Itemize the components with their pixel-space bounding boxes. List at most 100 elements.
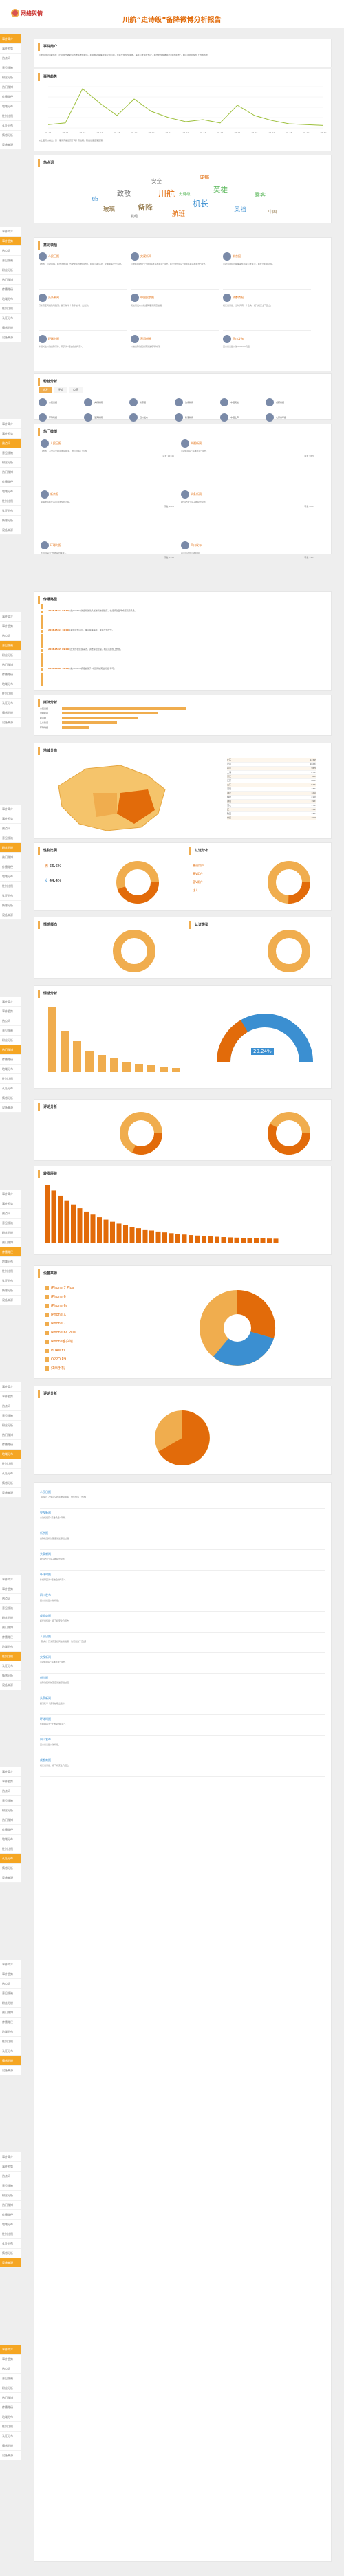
list-author[interactable]: 头条新闻 xyxy=(40,1696,325,1701)
list-author[interactable]: 成都商报 xyxy=(40,1614,325,1618)
sidebar-item[interactable]: 设备来源 xyxy=(0,2451,21,2460)
list-item[interactable]: 成都商报 机长刘传健：把飞机安全飞回去。 xyxy=(40,1756,325,1777)
sidebar-item[interactable]: 粉丝分析 xyxy=(0,1036,21,1045)
sidebar-item[interactable]: 事件简介 xyxy=(0,2345,21,2355)
sidebar-item[interactable]: 事件简介 xyxy=(0,805,21,814)
leader-name[interactable]: 头条新闻 xyxy=(48,296,59,300)
sidebar-item[interactable]: 热点词 xyxy=(0,631,21,641)
sidebar-item[interactable]: 地域分布 xyxy=(0,2027,21,2037)
sidebar-item[interactable]: 情感分析 xyxy=(0,708,21,718)
sidebar-item[interactable]: 传播路径 xyxy=(0,477,21,487)
sidebar-item[interactable]: 事件趋势 xyxy=(0,1777,21,1787)
sidebar-item[interactable]: 认证分布 xyxy=(0,1661,21,1671)
sidebar-item[interactable]: 认证分布 xyxy=(0,1084,21,1093)
sidebar-item[interactable]: 意见领袖 xyxy=(0,2374,21,2383)
sidebar-item[interactable]: 事件趋势 xyxy=(0,429,21,439)
sidebar-item[interactable]: 意见领袖 xyxy=(0,1026,21,1036)
sidebar-item[interactable]: 传播路径 xyxy=(0,1825,21,1835)
fan-item[interactable]: 新京报 xyxy=(129,395,173,409)
sidebar-item[interactable]: 粉丝分析 xyxy=(0,458,21,468)
sidebar-item[interactable]: 意见领袖 xyxy=(0,1604,21,1613)
sidebar-item[interactable]: 传播路径 xyxy=(0,2403,21,2412)
sidebar-item[interactable]: 传播路径 xyxy=(0,1440,21,1450)
sidebar-item[interactable]: 意见领袖 xyxy=(0,641,21,651)
sidebar-item[interactable]: 认证分布 xyxy=(0,1469,21,1478)
hot-author[interactable]: 人民日报 xyxy=(50,441,61,446)
hot-weibo[interactable]: 环球时报 外媒称其为“奇迹般的降落”。 转发 5432 xyxy=(39,539,176,587)
list-item[interactable]: 四川发布 四川省表彰川航机组。 xyxy=(40,1736,325,1756)
leader-card[interactable]: 央视新闻 川航机组被授予“中国民航英雄机组”称号，机长刘传健获“中国民航英雄机长”… xyxy=(131,252,219,290)
sidebar-item[interactable]: 事件简介 xyxy=(0,419,21,429)
leader-card[interactable]: 四川发布 四川省表彰川航3U8633机组。 xyxy=(223,335,311,372)
list-item[interactable]: 成都商报 机长刘传健：把飞机安全飞回去。 xyxy=(40,1612,325,1633)
sidebar-item[interactable]: 热点词 xyxy=(0,2172,21,2181)
sidebar-item[interactable]: 热门微博 xyxy=(0,1045,21,1055)
leader-card[interactable]: 成都商报 机长刘传健：当时只有一个念头，把飞机安全飞回去。 xyxy=(223,294,311,331)
sidebar-item[interactable]: 情感分析 xyxy=(0,131,21,140)
sidebar-item[interactable]: 情感分析 xyxy=(0,1286,21,1296)
sidebar-item[interactable]: 热点词 xyxy=(0,1016,21,1026)
hot-weibo[interactable]: 央视新闻 川航机组获“英雄机组”称号。 转发 9876 xyxy=(179,437,316,485)
sidebar-item[interactable]: 事件趋势 xyxy=(0,237,21,246)
sidebar-item[interactable]: 传播路径 xyxy=(0,2018,21,2027)
sidebar-item[interactable]: 情感分析 xyxy=(0,1478,21,1488)
hot-author[interactable]: 新京报 xyxy=(50,492,58,496)
list-author[interactable]: 头条新闻 xyxy=(40,1552,325,1556)
fan-item[interactable]: 环球时报 xyxy=(39,411,83,424)
list-item[interactable]: 头条新闻 副驾驶半个身子被吸出窗外。 xyxy=(40,1550,325,1571)
sidebar-item[interactable]: 热门微博 xyxy=(0,1430,21,1440)
hot-author[interactable]: 环球时报 xyxy=(50,543,61,547)
sidebar-item[interactable]: 认证分布 xyxy=(0,891,21,901)
sidebar-item[interactable]: 热点词 xyxy=(0,1401,21,1411)
sidebar-item[interactable]: 设备来源 xyxy=(0,2258,21,2268)
fan-item[interactable]: 四川发布 xyxy=(129,411,173,424)
sidebar-item[interactable]: 地域分布 xyxy=(0,872,21,882)
sidebar-item[interactable]: 传播路径 xyxy=(0,1633,21,1642)
sidebar-item[interactable]: 热点词 xyxy=(0,1594,21,1604)
leader-card[interactable]: 头条新闻 万米高空风挡玻璃脱落，副驾驶半个身子被“吸”出窗外。 xyxy=(39,294,127,331)
sidebar-item[interactable]: 情感分析 xyxy=(0,901,21,910)
sidebar-item[interactable]: 事件简介 xyxy=(0,34,21,44)
sidebar-item[interactable]: 设备来源 xyxy=(0,333,21,342)
leader-card[interactable]: 中国民航报 民航局发布川航备降事件调查进展。 xyxy=(131,294,219,331)
sidebar-item[interactable]: 情感分析 xyxy=(0,1864,21,1873)
sidebar-item[interactable]: 热门微博 xyxy=(0,1815,21,1825)
sidebar-item[interactable]: 认证分布 xyxy=(0,1854,21,1864)
sidebar-item[interactable]: 事件简介 xyxy=(0,1382,21,1392)
sidebar-item[interactable]: 性别比例 xyxy=(0,1074,21,1084)
sidebar-item[interactable]: 地域分布 xyxy=(0,1450,21,1459)
sidebar-item[interactable]: 意见领袖 xyxy=(0,256,21,265)
sidebar-item[interactable]: 事件趋势 xyxy=(0,1584,21,1594)
sidebar-item[interactable]: 热门微博 xyxy=(0,1623,21,1633)
sidebar-item[interactable]: 热点词 xyxy=(0,824,21,833)
sidebar-item[interactable]: 性别比例 xyxy=(0,689,21,699)
fan-item[interactable]: 央视新闻 xyxy=(84,395,128,409)
sidebar-item[interactable]: 热点词 xyxy=(0,2364,21,2374)
list-author[interactable]: 人民日报 xyxy=(40,1635,325,1639)
sidebar-item[interactable]: 粉丝分析 xyxy=(0,73,21,83)
list-author[interactable]: 环球时报 xyxy=(40,1573,325,1577)
hot-weibo[interactable]: 头条新闻 副驾驶半个身子被吸出窗外。 转发 6543 xyxy=(179,488,316,536)
fan-item[interactable]: 成都商报 xyxy=(266,395,310,409)
sidebar-item[interactable]: 性别比例 xyxy=(0,304,21,314)
sidebar-item[interactable]: 热门微博 xyxy=(0,275,21,285)
sidebar-item[interactable]: 性别比例 xyxy=(0,496,21,506)
sidebar-item[interactable]: 地域分布 xyxy=(0,1065,21,1074)
hot-author[interactable]: 四川发布 xyxy=(191,543,202,547)
sidebar-item[interactable]: 粉丝分析 xyxy=(0,1228,21,1238)
sidebar-item[interactable]: 事件趋势 xyxy=(0,1007,21,1016)
sidebar-item[interactable]: 性别比例 xyxy=(0,111,21,121)
sidebar-item[interactable]: 意见领袖 xyxy=(0,1411,21,1421)
leader-name[interactable]: 澎湃新闻 xyxy=(140,337,151,341)
list-author[interactable]: 人民日报 xyxy=(40,1490,325,1494)
list-item[interactable]: 人民日报 【致敬！万米高空挡风玻璃脱落，他们创造了奇迹】 xyxy=(40,1488,325,1509)
sidebar-item[interactable]: 意见领袖 xyxy=(0,1989,21,1998)
leader-name[interactable]: 中国民航报 xyxy=(140,296,154,300)
sidebar-item[interactable]: 设备来源 xyxy=(0,718,21,728)
sidebar-item[interactable]: 热门微博 xyxy=(0,660,21,670)
sidebar-item[interactable]: 地域分布 xyxy=(0,1642,21,1652)
sidebar-item[interactable]: 设备来源 xyxy=(0,2066,21,2075)
fans-tab[interactable]: 点赞 xyxy=(69,387,83,393)
sidebar-item[interactable]: 意见领袖 xyxy=(0,2181,21,2191)
list-author[interactable]: 新京报 xyxy=(40,1531,325,1536)
